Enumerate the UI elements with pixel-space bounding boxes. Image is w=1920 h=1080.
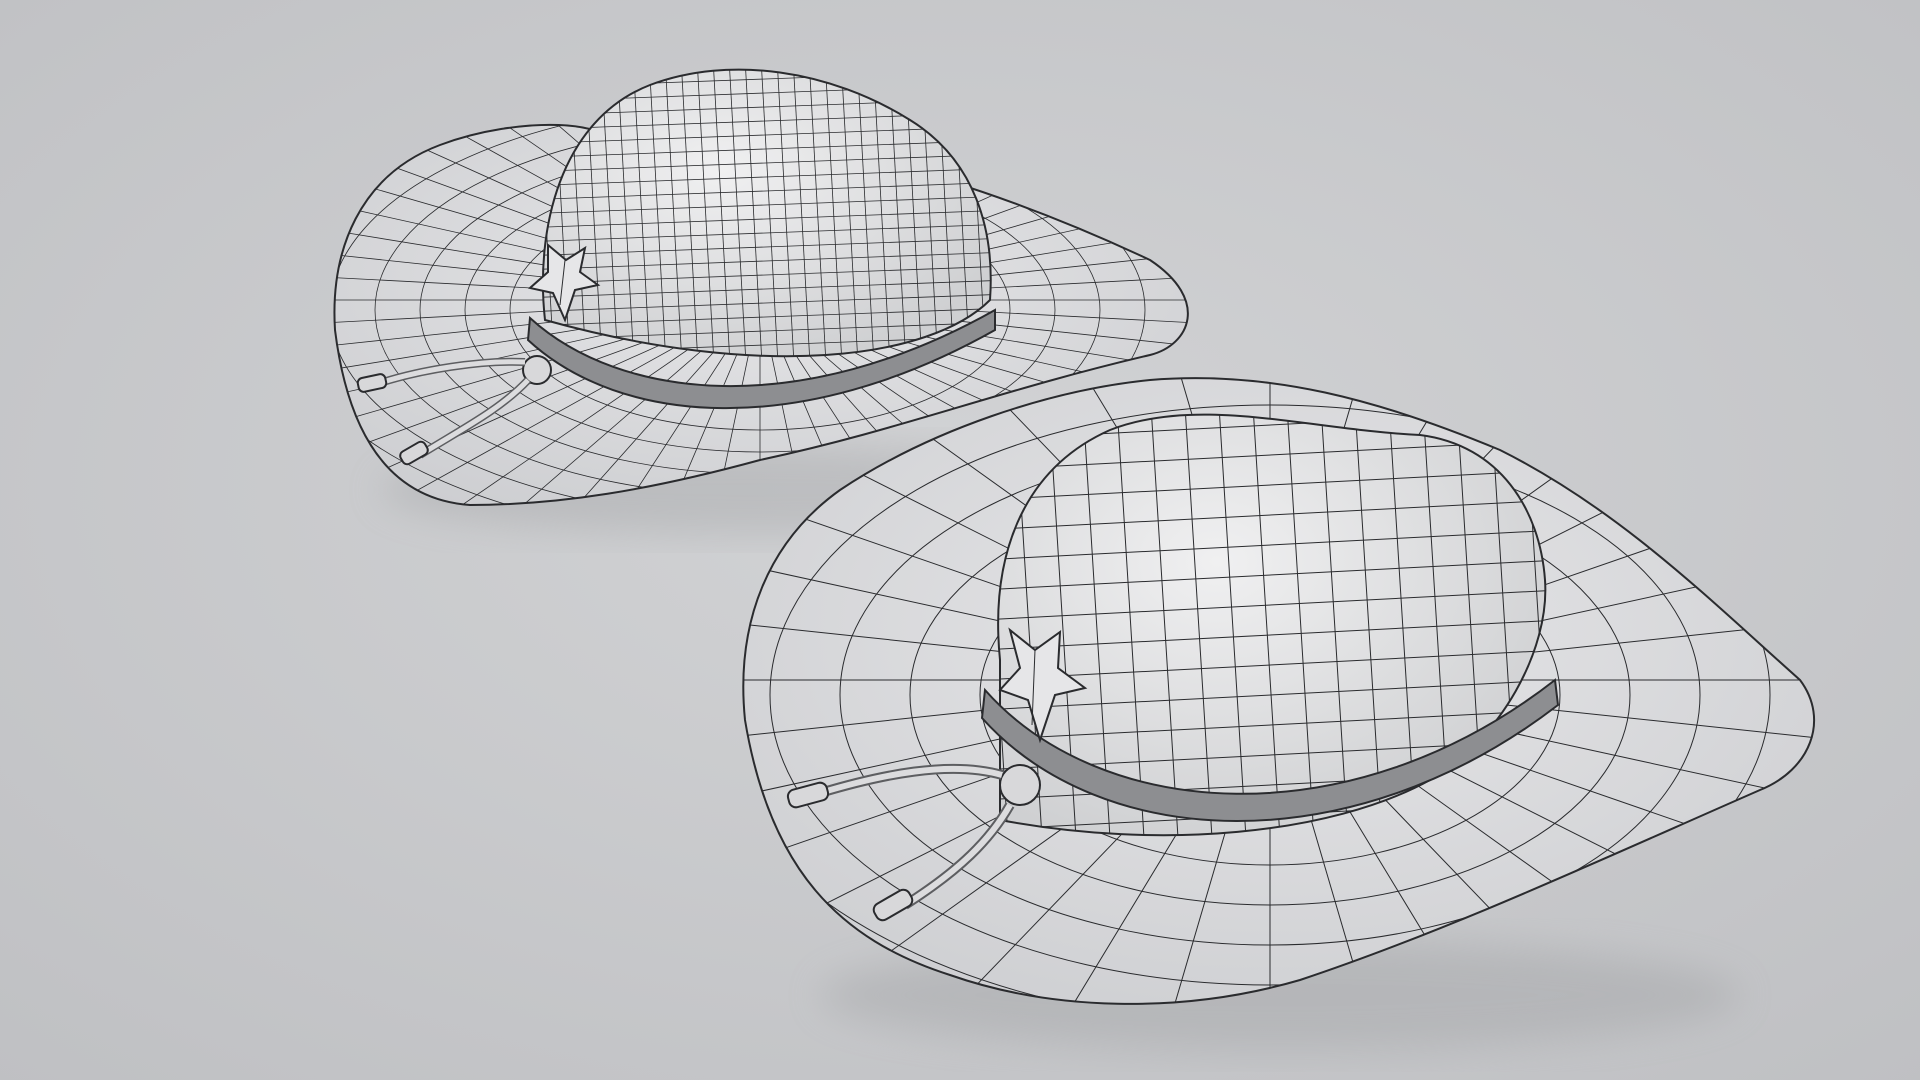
- render-viewport: [0, 0, 1920, 1080]
